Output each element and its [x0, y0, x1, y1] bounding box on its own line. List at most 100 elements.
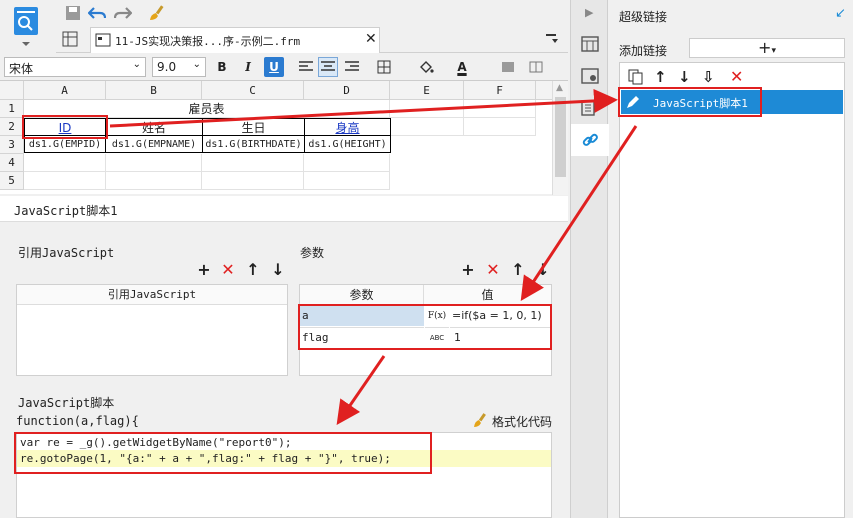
ref-js-label: 引用JavaScript	[18, 246, 115, 260]
chevron-down-icon: ⌄	[192, 59, 201, 70]
sort-down-icon[interactable]: ⇩	[702, 68, 715, 86]
move-up-icon[interactable]: ↑	[654, 68, 667, 86]
height-link[interactable]: 身高	[335, 121, 359, 135]
merge-cells-icon[interactable]	[498, 57, 518, 77]
font-name-value: 宋体	[9, 62, 34, 76]
align-center-icon[interactable]	[318, 57, 338, 77]
row-header[interactable]: 1	[0, 100, 24, 118]
scroll-thumb[interactable]	[555, 97, 566, 177]
empty-cell[interactable]	[24, 172, 106, 190]
save-icon[interactable]	[62, 2, 84, 24]
font-size-select[interactable]: 9.0 ⌄	[152, 57, 206, 77]
tab-file[interactable]: 11-JS实现决策报...序-示例二.frm ✕	[90, 27, 380, 53]
move-up-icon[interactable]: ↑	[245, 262, 261, 278]
empty-cell[interactable]	[106, 154, 202, 172]
formula-cell[interactable]: ds1.G(EMPNAME)	[105, 135, 203, 153]
font-color-button[interactable]: A	[452, 57, 472, 77]
row-header[interactable]: 2	[0, 118, 24, 136]
row-header[interactable]: 3	[0, 136, 24, 154]
column-header[interactable]: B	[106, 81, 202, 100]
empty-cell[interactable]	[202, 154, 304, 172]
panel-header: JavaScript脚本1	[0, 196, 568, 222]
vertical-scrollbar[interactable]: ▲	[552, 81, 568, 195]
format-code-button[interactable]: 格式化代码	[472, 412, 552, 431]
hyperlink-panel: 超级链接 ↙ 添加链接 +▾ ↑ ↓ ⇩ ✕ JavaScript脚本1	[609, 0, 853, 518]
fill-color-icon[interactable]	[416, 57, 436, 77]
column-header[interactable]: D	[304, 81, 390, 100]
add-param-icon[interactable]: +	[460, 262, 476, 278]
border-icon[interactable]	[374, 57, 394, 77]
column-header[interactable]: E	[390, 81, 464, 100]
move-down-icon[interactable]: ↓	[270, 262, 286, 278]
hyperlink-tab[interactable]	[571, 124, 609, 156]
function-signature: function(a,flag){	[16, 414, 139, 428]
empty-cell[interactable]	[304, 172, 390, 190]
app-logo[interactable]	[6, 4, 46, 48]
add-icon: +	[758, 38, 772, 57]
move-down-icon[interactable]: ↓	[678, 68, 691, 86]
corner-cell[interactable]	[0, 81, 24, 100]
annotation-box-link	[618, 87, 762, 117]
expand-icon[interactable]: ↙	[835, 6, 846, 21]
tab-bar: 11-JS实现决策报...序-示例二.frm ✕	[56, 27, 568, 53]
format-toolbar: 宋体 ⌄ 9.0 ⌄ B I U A	[0, 54, 568, 80]
annotation-box-params	[298, 304, 552, 350]
row-header[interactable]: 5	[0, 172, 24, 190]
add-icon[interactable]: +	[196, 262, 212, 278]
empty-cell[interactable]	[106, 172, 202, 190]
delete-icon[interactable]: ✕	[220, 262, 236, 278]
add-link-label: 添加链接	[619, 44, 668, 58]
format-brush-icon[interactable]	[146, 2, 168, 24]
column-header-row: A B C D E F	[0, 81, 552, 100]
column-header[interactable]: C	[202, 81, 304, 100]
delete-link-icon[interactable]: ✕	[730, 67, 743, 86]
italic-button[interactable]: I	[238, 57, 258, 77]
redo-icon[interactable]	[112, 2, 134, 24]
ref-js-column-header: 引用JavaScript	[17, 285, 287, 305]
panel-title: 超级链接	[619, 10, 668, 24]
collapse-icon[interactable]: ▶	[585, 6, 593, 19]
empty-cell[interactable]	[464, 118, 536, 136]
column-header[interactable]: F	[464, 81, 536, 100]
header-cell-name[interactable]: 姓名	[105, 118, 203, 136]
copy-icon[interactable]	[628, 69, 644, 88]
condition-attr-icon[interactable]	[581, 100, 599, 119]
formula-cell[interactable]: ds1.G(HEIGHT)	[304, 135, 391, 153]
column-header[interactable]: A	[24, 81, 106, 100]
row-header[interactable]: 4	[0, 154, 24, 172]
params-label: 参数	[300, 246, 325, 260]
empty-cell[interactable]	[304, 154, 390, 172]
format-code-label: 格式化代码	[492, 415, 553, 429]
align-left-icon[interactable]	[296, 57, 316, 77]
widget-settings-icon[interactable]	[581, 68, 599, 87]
header-cell-height[interactable]: 身高	[304, 118, 391, 136]
move-up-icon[interactable]: ↑	[510, 262, 526, 278]
side-toolbar: ▶	[570, 0, 609, 518]
bold-button[interactable]: B	[212, 57, 232, 77]
undo-icon[interactable]	[86, 2, 108, 24]
grid-icon[interactable]	[62, 31, 78, 50]
tab-file-label: 11-JS实现决策报...序-示例二.frm	[115, 35, 301, 48]
empty-cell[interactable]	[464, 100, 536, 118]
split-cells-icon[interactable]	[526, 57, 546, 77]
close-tab-icon[interactable]: ✕	[365, 31, 377, 47]
delete-param-icon[interactable]: ✕	[485, 262, 501, 278]
tab-menu-icon[interactable]	[544, 31, 560, 50]
move-down-icon[interactable]: ↓	[535, 262, 551, 278]
scroll-up-icon[interactable]: ▲	[556, 83, 563, 93]
empty-cell[interactable]	[24, 154, 106, 172]
header-cell-birthday[interactable]: 生日	[202, 118, 305, 136]
add-link-button[interactable]: +▾	[689, 38, 845, 58]
font-name-select[interactable]: 宋体 ⌄	[4, 57, 146, 77]
ref-js-table[interactable]: 引用JavaScript	[16, 284, 288, 376]
link-list-box: ↑ ↓ ⇩ ✕ JavaScript脚本1	[619, 62, 845, 518]
underline-button[interactable]: U	[264, 57, 284, 77]
empty-cell[interactable]	[202, 172, 304, 190]
empty-cell[interactable]	[390, 100, 464, 118]
align-right-icon[interactable]	[342, 57, 362, 77]
report-file-icon	[95, 33, 111, 50]
panel-title: JavaScript脚本1	[14, 204, 118, 218]
formula-cell[interactable]: ds1.G(BIRTHDATE)	[202, 135, 305, 153]
cell-attr-icon[interactable]	[581, 36, 599, 55]
empty-cell[interactable]	[390, 118, 464, 136]
